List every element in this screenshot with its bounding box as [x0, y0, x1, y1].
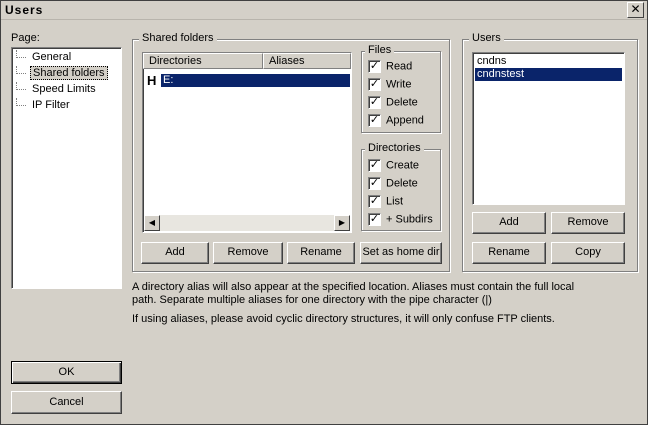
append-checkbox[interactable]: ✓ Append	[368, 114, 424, 130]
add-folder-button[interactable]: Add	[141, 242, 209, 264]
set-home-dir-button[interactable]: Set as home dir	[360, 242, 442, 264]
arrow-right-icon: ▶	[338, 218, 346, 227]
copy-user-button[interactable]: Copy	[551, 242, 625, 264]
tree-item-label: General	[32, 51, 72, 63]
checkmark-icon: ✓	[368, 177, 381, 190]
checkmark-icon: ✓	[368, 78, 381, 91]
list-item[interactable]: cndns	[475, 55, 622, 68]
read-checkbox[interactable]: ✓ Read	[368, 60, 412, 76]
users-list[interactable]: cndns cndnstest	[472, 52, 625, 205]
ok-button[interactable]: OK	[11, 361, 122, 384]
rename-folder-button[interactable]: Rename	[287, 242, 355, 264]
window-title: Users	[5, 3, 44, 17]
horizontal-scrollbar[interactable]: ◀ ▶	[144, 215, 350, 231]
tree-item-ip-filter[interactable]: IP Filter	[16, 98, 72, 115]
column-header-directories[interactable]: Directories	[143, 53, 263, 69]
directories-list[interactable]: Directories Aliases H E: ◀ ▶	[142, 52, 352, 233]
checkbox-label: Write	[386, 78, 412, 91]
tree-item-shared-folders[interactable]: Shared folders	[16, 66, 108, 83]
tree-item-general[interactable]: General	[16, 50, 73, 67]
home-dir-marker: H	[147, 73, 157, 88]
tree-line-icon	[16, 98, 26, 107]
checkbox-label: Create	[386, 159, 420, 172]
close-icon: ✕	[630, 2, 641, 16]
checkmark-icon: ✓	[368, 213, 381, 226]
alias-info-line-1: A directory alias will also appear at th…	[132, 281, 575, 293]
directory-cell: E:	[161, 74, 350, 87]
column-header-aliases[interactable]: Aliases	[263, 53, 351, 69]
checkbox-label: Delete	[386, 177, 418, 190]
close-button[interactable]: ✕	[627, 2, 644, 18]
tree-line-icon	[16, 50, 26, 59]
users-legend: Users	[469, 32, 504, 44]
checkbox-label: Read	[386, 60, 413, 73]
alias-info-line-2: path. Separate multiple aliases for one …	[132, 294, 492, 306]
checkmark-icon: ✓	[368, 195, 381, 208]
scroll-right-button[interactable]: ▶	[334, 215, 350, 231]
remove-folder-button[interactable]: Remove	[213, 242, 283, 264]
checkbox-label: Delete	[386, 96, 418, 109]
rename-user-button[interactable]: Rename	[472, 242, 546, 264]
arrow-left-icon: ◀	[148, 218, 156, 227]
checkmark-icon: ✓	[368, 96, 381, 109]
list-checkbox[interactable]: ✓ List	[368, 195, 403, 211]
tree-line-icon	[16, 66, 26, 75]
tree-item-label: IP Filter	[32, 99, 70, 111]
tree-line-icon	[16, 82, 26, 91]
remove-user-button[interactable]: Remove	[551, 212, 625, 234]
checkbox-label: List	[386, 195, 404, 208]
tree-item-label: Shared folders	[30, 66, 108, 80]
shared-folders-legend: Shared folders	[139, 32, 217, 44]
page-tree[interactable]: General Shared folders Speed Limits IP F…	[11, 47, 122, 289]
users-dialog: Users ✕ Page: General Shared folders Spe…	[0, 0, 648, 425]
checkmark-icon: ✓	[368, 60, 381, 73]
directories-legend: Directories	[365, 142, 424, 154]
add-user-button[interactable]: Add	[472, 212, 546, 234]
checkbox-label: Append	[386, 114, 424, 127]
tree-item-speed-limits[interactable]: Speed Limits	[16, 82, 98, 99]
create-checkbox[interactable]: ✓ Create	[368, 159, 419, 175]
cancel-button[interactable]: Cancel	[11, 391, 122, 414]
alias-info-line-3: If using aliases, please avoid cyclic di…	[132, 313, 555, 325]
subdirs-checkbox[interactable]: ✓ + Subdirs	[368, 213, 433, 229]
checkmark-icon: ✓	[368, 114, 381, 127]
page-label: Page:	[11, 32, 40, 44]
files-legend: Files	[365, 44, 395, 56]
title-bar[interactable]: Users ✕	[1, 1, 647, 20]
list-item[interactable]: cndnstest	[475, 68, 622, 81]
write-checkbox[interactable]: ✓ Write	[368, 78, 411, 94]
table-row[interactable]: H E:	[147, 73, 350, 88]
checkbox-label: + Subdirs	[386, 213, 433, 226]
tree-item-label: Speed Limits	[32, 83, 96, 95]
scroll-left-button[interactable]: ◀	[144, 215, 160, 231]
checkmark-icon: ✓	[368, 159, 381, 172]
file-delete-checkbox[interactable]: ✓ Delete	[368, 96, 418, 112]
dir-delete-checkbox[interactable]: ✓ Delete	[368, 177, 418, 193]
